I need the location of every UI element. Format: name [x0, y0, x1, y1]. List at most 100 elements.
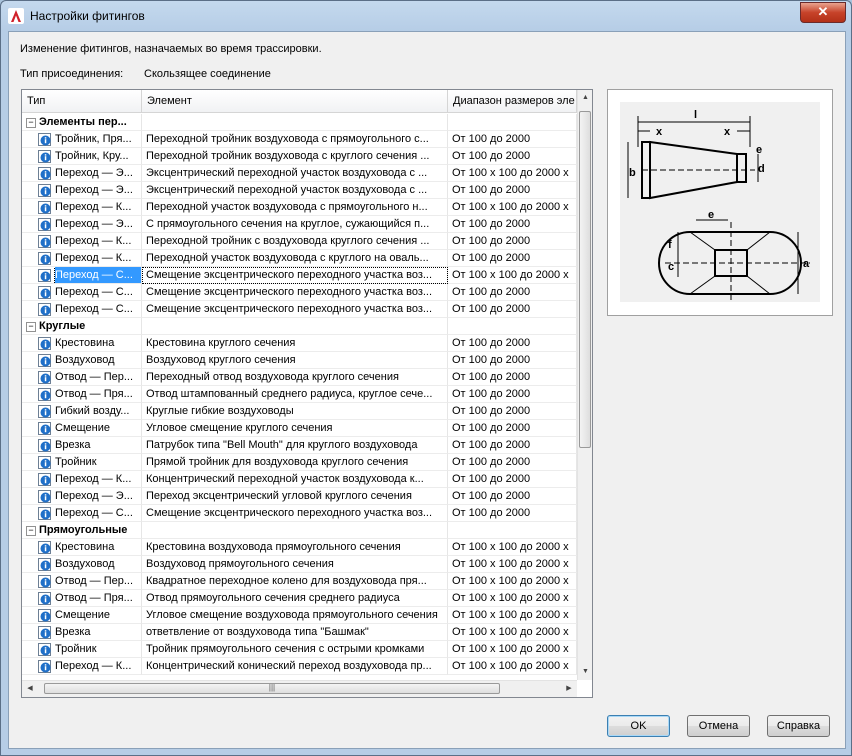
horizontal-scrollbar[interactable]: ◀ ||| ▶ — [22, 680, 577, 697]
type-cell[interactable]: Переход — С... — [22, 505, 142, 522]
element-cell[interactable]: Смещение эксцентрического переходного уч… — [142, 505, 448, 522]
element-cell[interactable]: Концентрический конический переход возду… — [142, 658, 448, 675]
range-cell[interactable]: От 100 до 2000 — [448, 335, 577, 352]
element-cell[interactable]: Эксцентрический переходной участок возду… — [142, 165, 448, 182]
element-cell[interactable]: Переходной тройник воздуховода с прямоуг… — [142, 131, 448, 148]
element-cell[interactable]: Тройник прямоугольного сечения с острыми… — [142, 641, 448, 658]
table-row[interactable]: Крестовина Крестовина воздуховода прямоуг… — [22, 539, 577, 556]
element-cell[interactable]: Воздуховод прямоугольного сечения — [142, 556, 448, 573]
type-cell[interactable]: Отвод — Пер... — [22, 369, 142, 386]
vertical-scroll-thumb[interactable] — [579, 111, 591, 448]
table-row[interactable]: Врезка ответвление от воздуховода типа "Б… — [22, 624, 577, 641]
horizontal-scroll-thumb[interactable]: ||| — [44, 683, 500, 694]
table-row[interactable]: Переход — К... Переходной участок воздухо… — [22, 199, 577, 216]
range-cell[interactable]: От 100 x 100 до 2000 x — [448, 165, 577, 182]
table-row[interactable]: Смещение Угловое смещение круглого сечени… — [22, 420, 577, 437]
range-cell[interactable]: От 100 до 2000 — [448, 471, 577, 488]
column-header-type[interactable]: Тип — [22, 90, 142, 113]
range-cell[interactable]: От 100 до 2000 — [448, 437, 577, 454]
type-cell[interactable]: Переход — К... — [22, 233, 142, 250]
vertical-scrollbar[interactable]: ▲ ▼ — [577, 90, 592, 680]
table-row[interactable]: Переход — Э... Переход эксцентрический уг… — [22, 488, 577, 505]
range-cell[interactable]: От 100 до 2000 — [448, 182, 577, 199]
element-cell[interactable]: Отвод прямоугольного сечения среднего ра… — [142, 590, 448, 607]
range-cell[interactable]: От 100 x 100 до 2000 x — [448, 658, 577, 675]
element-cell[interactable]: Переходной тройник с воздуховода круглог… — [142, 233, 448, 250]
scroll-up-icon[interactable]: ▲ — [578, 90, 592, 106]
type-cell[interactable]: Смещение — [22, 607, 142, 624]
group-row[interactable]: − Прямоугольные — [22, 522, 577, 539]
range-cell[interactable]: От 100 до 2000 — [448, 216, 577, 233]
table-row[interactable]: Переход — К... Концентрический конический… — [22, 658, 577, 675]
element-cell[interactable]: Концентрический переходной участок возду… — [142, 471, 448, 488]
column-header-range[interactable]: Диапазон размеров эле — [448, 90, 577, 113]
table-row[interactable]: Переход — С... Смещение эксцентрического … — [22, 267, 577, 284]
collapse-icon[interactable]: − — [26, 118, 36, 128]
range-cell[interactable]: От 100 x 100 до 2000 x — [448, 199, 577, 216]
element-cell[interactable]: С прямоугольного сечения на круглое, суж… — [142, 216, 448, 233]
table-row[interactable]: Переход — С... Смещение эксцентрического … — [22, 284, 577, 301]
range-cell[interactable]: От 100 до 2000 — [448, 369, 577, 386]
element-cell[interactable]: Патрубок типа "Bell Mouth" для круглого … — [142, 437, 448, 454]
table-row[interactable]: Переход — К... Переходной участок воздухо… — [22, 250, 577, 267]
range-cell[interactable]: От 100 до 2000 — [448, 454, 577, 471]
element-cell[interactable]: Переходной участок воздуховода с прямоуг… — [142, 199, 448, 216]
group-row[interactable]: − Круглые — [22, 318, 577, 335]
table-row[interactable]: Переход — С... Смещение эксцентрического … — [22, 301, 577, 318]
element-cell[interactable]: Смещение эксцентрического переходного уч… — [142, 267, 448, 284]
element-cell[interactable]: ответвление от воздуховода типа "Башмак" — [142, 624, 448, 641]
range-cell[interactable]: От 100 до 2000 — [448, 403, 577, 420]
element-cell[interactable]: Смещение эксцентрического переходного уч… — [142, 301, 448, 318]
type-cell[interactable]: Крестовина — [22, 335, 142, 352]
range-cell[interactable]: От 100 x 100 до 2000 x — [448, 556, 577, 573]
element-cell[interactable]: Переходной тройник воздуховода с круглог… — [142, 148, 448, 165]
type-cell[interactable]: Тройник — [22, 454, 142, 471]
table-row[interactable]: Воздуховод Воздуховод круглого сечения От … — [22, 352, 577, 369]
type-cell[interactable]: Врезка — [22, 624, 142, 641]
type-cell[interactable]: Переход — Э... — [22, 182, 142, 199]
table-row[interactable]: Гибкий возду... Круглые гибкие воздуховод… — [22, 403, 577, 420]
table-row[interactable]: Воздуховод Воздуховод прямоугольного сече… — [22, 556, 577, 573]
type-cell[interactable]: Отвод — Пер... — [22, 573, 142, 590]
type-cell[interactable]: − Элементы пер... — [22, 114, 142, 131]
type-cell[interactable]: Переход — К... — [22, 471, 142, 488]
range-cell[interactable]: От 100 до 2000 — [448, 420, 577, 437]
table-row[interactable]: Тройник, Пря... Переходной тройник воздух… — [22, 131, 577, 148]
type-cell[interactable]: Переход — Э... — [22, 488, 142, 505]
type-cell[interactable]: Переход — С... — [22, 267, 142, 284]
type-cell[interactable]: Тройник — [22, 641, 142, 658]
element-cell[interactable]: Переход эксцентрический угловой круглого… — [142, 488, 448, 505]
table-row[interactable]: Тройник Прямой тройник для воздуховода кр… — [22, 454, 577, 471]
element-cell[interactable]: Переходный отвод воздуховода круглого се… — [142, 369, 448, 386]
range-cell[interactable]: От 100 до 2000 — [448, 233, 577, 250]
range-cell[interactable]: От 100 до 2000 — [448, 352, 577, 369]
element-cell[interactable]: Смещение эксцентрического переходного уч… — [142, 284, 448, 301]
type-cell[interactable]: Крестовина — [22, 539, 142, 556]
element-cell[interactable]: Круглые гибкие воздуховоды — [142, 403, 448, 420]
type-cell[interactable]: Переход — К... — [22, 250, 142, 267]
type-cell[interactable]: Воздуховод — [22, 556, 142, 573]
type-cell[interactable]: Гибкий возду... — [22, 403, 142, 420]
collapse-icon[interactable]: − — [26, 526, 36, 536]
range-cell[interactable]: От 100 до 2000 — [448, 148, 577, 165]
scroll-right-icon[interactable]: ▶ — [561, 681, 577, 697]
scroll-left-icon[interactable]: ◀ — [22, 681, 38, 697]
group-row[interactable]: − Элементы пер... — [22, 114, 577, 131]
range-cell[interactable]: От 100 x 100 до 2000 x — [448, 641, 577, 658]
range-cell[interactable]: От 100 до 2000 — [448, 488, 577, 505]
table-row[interactable]: Крестовина Крестовина круглого сечения От … — [22, 335, 577, 352]
table-row[interactable]: Отвод — Пря... Отвод штампованный среднег… — [22, 386, 577, 403]
range-cell[interactable]: От 100 до 2000 — [448, 386, 577, 403]
table-row[interactable]: Отвод — Пря... Отвод прямоугольного сечен… — [22, 590, 577, 607]
type-cell[interactable]: − Прямоугольные — [22, 522, 142, 539]
range-cell[interactable]: От 100 x 100 до 2000 x — [448, 267, 577, 284]
scroll-down-icon[interactable]: ▼ — [578, 664, 592, 680]
range-cell[interactable]: От 100 x 100 до 2000 x — [448, 607, 577, 624]
type-cell[interactable]: − Круглые — [22, 318, 142, 335]
type-cell[interactable]: Переход — С... — [22, 284, 142, 301]
element-cell[interactable]: Угловое смещение круглого сечения — [142, 420, 448, 437]
table-row[interactable]: Переход — Э... Эксцентрический переходной… — [22, 165, 577, 182]
element-cell[interactable]: Крестовина воздуховода прямоугольного се… — [142, 539, 448, 556]
range-cell[interactable]: От 100 до 2000 — [448, 505, 577, 522]
type-cell[interactable]: Переход — Э... — [22, 165, 142, 182]
